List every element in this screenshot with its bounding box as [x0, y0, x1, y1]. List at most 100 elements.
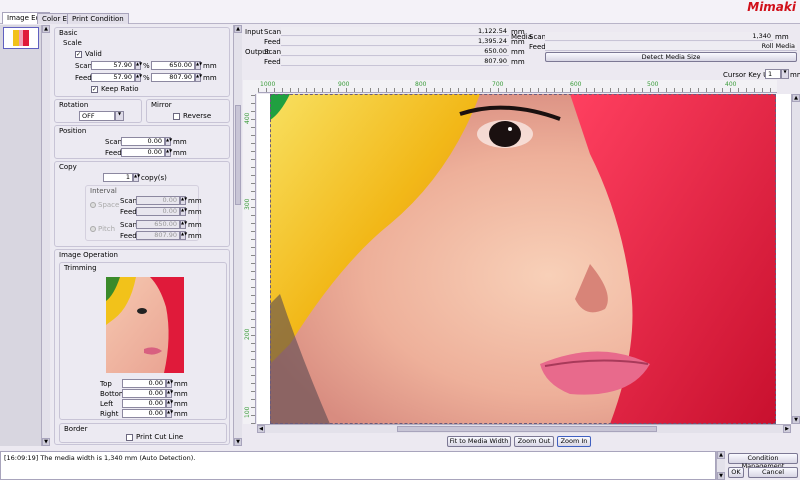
cursor-key-unit-select[interactable]: 1: [765, 69, 781, 79]
preview-canvas[interactable]: [257, 94, 791, 424]
trim-right-input[interactable]: 0.00: [122, 409, 166, 418]
scroll-up-icon[interactable]: ▲: [717, 451, 725, 459]
scale-title: Scale: [63, 39, 82, 47]
canvas-vertical-scrollbar[interactable]: ▲ ▼: [791, 94, 800, 424]
spin-icon[interactable]: ▲▼: [166, 389, 173, 398]
rotation-select[interactable]: OFF: [79, 111, 115, 121]
spin-icon[interactable]: ▲▼: [195, 73, 202, 82]
scroll-down-icon[interactable]: ▼: [717, 472, 725, 480]
pitch-scan-label: Scan: [120, 221, 138, 229]
scale-scan-percent-input[interactable]: 57.90: [91, 61, 135, 70]
scroll-thumb[interactable]: [235, 105, 241, 205]
space-scan-label: Scan: [120, 197, 138, 205]
scroll-left-icon[interactable]: ◀: [257, 425, 265, 433]
zoom-in-button[interactable]: Zoom In: [557, 436, 591, 447]
pitch-scan-input[interactable]: 650.00: [136, 220, 180, 229]
detect-media-size-button[interactable]: Detect Media Size: [545, 52, 797, 62]
left-panel-scrollbar[interactable]: ▲ ▼: [233, 25, 242, 446]
copy-count-input[interactable]: 1: [103, 173, 133, 182]
mirror-title: Mirror: [151, 101, 172, 109]
reverse-checkbox[interactable]: [173, 113, 180, 120]
ruler-tick-label: 300: [244, 198, 251, 210]
pitch-feed-input[interactable]: 807.90: [136, 231, 180, 240]
mm-unit: mm: [188, 197, 202, 205]
ruler-tick-label: 100: [244, 406, 251, 418]
trim-top-label: Top: [100, 380, 112, 388]
scroll-up-icon[interactable]: ▲: [234, 25, 242, 33]
scroll-right-icon[interactable]: ▶: [783, 425, 791, 433]
thumbnail-item[interactable]: [3, 27, 39, 49]
spin-icon[interactable]: ▲▼: [180, 196, 187, 205]
ruler-corner: [243, 80, 258, 94]
space-label: Space: [98, 201, 120, 209]
space-feed-input[interactable]: 0.00: [136, 207, 180, 216]
trim-left-input[interactable]: 0.00: [122, 399, 166, 408]
vertical-ruler: 400 300 200 100: [243, 94, 256, 424]
chevron-down-icon[interactable]: ▼: [115, 111, 124, 121]
position-feed-input[interactable]: 0.00: [121, 148, 165, 157]
image-edit-panel: Basic Scale ✓ Valid Scan 57.90 ▲▼ % 650.…: [52, 25, 234, 446]
mm-unit: mm: [790, 71, 800, 79]
position-group: Position Scan 0.00 ▲▼ mm Feed 0.00 ▲▼ mm: [54, 125, 230, 159]
spin-icon[interactable]: ▲▼: [166, 379, 173, 388]
ruler-tick-label: 900: [338, 81, 350, 88]
status-log: [16:09:19] The media width is 1,340 mm (…: [0, 451, 716, 480]
trimming-group: Trimming Top 0.00 ▲▼ mm Bottom 0.00 ▲▼ m…: [59, 262, 227, 420]
cancel-button[interactable]: Cancel: [748, 467, 798, 478]
zoom-out-button[interactable]: Zoom Out: [514, 436, 554, 447]
spin-icon[interactable]: ▲▼: [180, 220, 187, 229]
mm-unit: mm: [174, 400, 188, 408]
scale-scan-mm-input[interactable]: 650.00: [151, 61, 195, 70]
space-scan-input[interactable]: 0.00: [136, 196, 180, 205]
trim-top-input[interactable]: 0.00: [122, 379, 166, 388]
spin-icon[interactable]: ▲▼: [135, 73, 142, 82]
scroll-down-icon[interactable]: ▼: [234, 438, 242, 446]
spin-icon[interactable]: ▲▼: [166, 409, 173, 418]
canvas-horizontal-scrollbar[interactable]: ◀ ▶: [257, 424, 791, 433]
chevron-down-icon[interactable]: ▼: [781, 69, 789, 79]
ruler-ticks: [258, 88, 777, 92]
scale-feed-percent-input[interactable]: 57.90: [91, 73, 135, 82]
condition-management-button[interactable]: Condition Management: [728, 453, 798, 470]
rotation-group: Rotation OFF ▼: [54, 99, 142, 123]
thumbnail-strip: ▲ ▼: [0, 25, 50, 446]
position-scan-input[interactable]: 0.00: [121, 137, 165, 146]
valid-checkbox[interactable]: ✓: [75, 51, 82, 58]
pitch-radio[interactable]: [90, 226, 96, 232]
scroll-down-icon[interactable]: ▼: [42, 438, 50, 446]
input-feed-value: 1,395.24: [281, 37, 509, 46]
scroll-up-icon[interactable]: ▲: [792, 94, 800, 102]
scale-feed-mm-input[interactable]: 807.90: [151, 73, 195, 82]
ruler-tick-label: 200: [244, 328, 251, 340]
ruler-ticks: [251, 94, 255, 424]
tab-print-condition[interactable]: Print Condition: [67, 13, 129, 24]
ok-button[interactable]: OK: [728, 467, 744, 478]
rotation-title: Rotation: [59, 101, 89, 109]
ruler-tick-label: 400: [244, 112, 251, 124]
space-radio[interactable]: [90, 202, 96, 208]
spin-icon[interactable]: ▲▼: [166, 399, 173, 408]
thumbnail-scrollbar[interactable]: ▲ ▼: [41, 25, 50, 446]
scroll-thumb[interactable]: [397, 426, 657, 432]
status-message: [16:09:19] The media width is 1,340 mm (…: [4, 454, 196, 462]
spin-icon[interactable]: ▲▼: [195, 61, 202, 70]
spin-icon[interactable]: ▲▼: [135, 61, 142, 70]
status-scrollbar[interactable]: ▲ ▼: [716, 451, 725, 480]
print-cut-line-checkbox[interactable]: [126, 434, 133, 441]
scroll-up-icon[interactable]: ▲: [42, 25, 50, 33]
valid-label: Valid: [85, 50, 102, 58]
input-label: Input: [245, 28, 264, 36]
spin-icon[interactable]: ▲▼: [180, 207, 187, 216]
spin-icon[interactable]: ▲▼: [133, 173, 140, 182]
tab-bar: Image Edit Color Edit Print Condition Mi…: [0, 0, 800, 24]
keep-ratio-checkbox[interactable]: ✓: [91, 86, 98, 93]
percent-unit: %: [143, 74, 150, 82]
spin-icon[interactable]: ▲▼: [180, 231, 187, 240]
trim-bottom-input[interactable]: 0.00: [122, 389, 166, 398]
spin-icon[interactable]: ▲▼: [165, 148, 172, 157]
scroll-down-icon[interactable]: ▼: [792, 416, 800, 424]
fit-to-media-width-button[interactable]: Fit to Media Width: [447, 436, 511, 447]
mm-unit: mm: [188, 208, 202, 216]
spin-icon[interactable]: ▲▼: [165, 137, 172, 146]
mm-unit: mm: [203, 74, 217, 82]
